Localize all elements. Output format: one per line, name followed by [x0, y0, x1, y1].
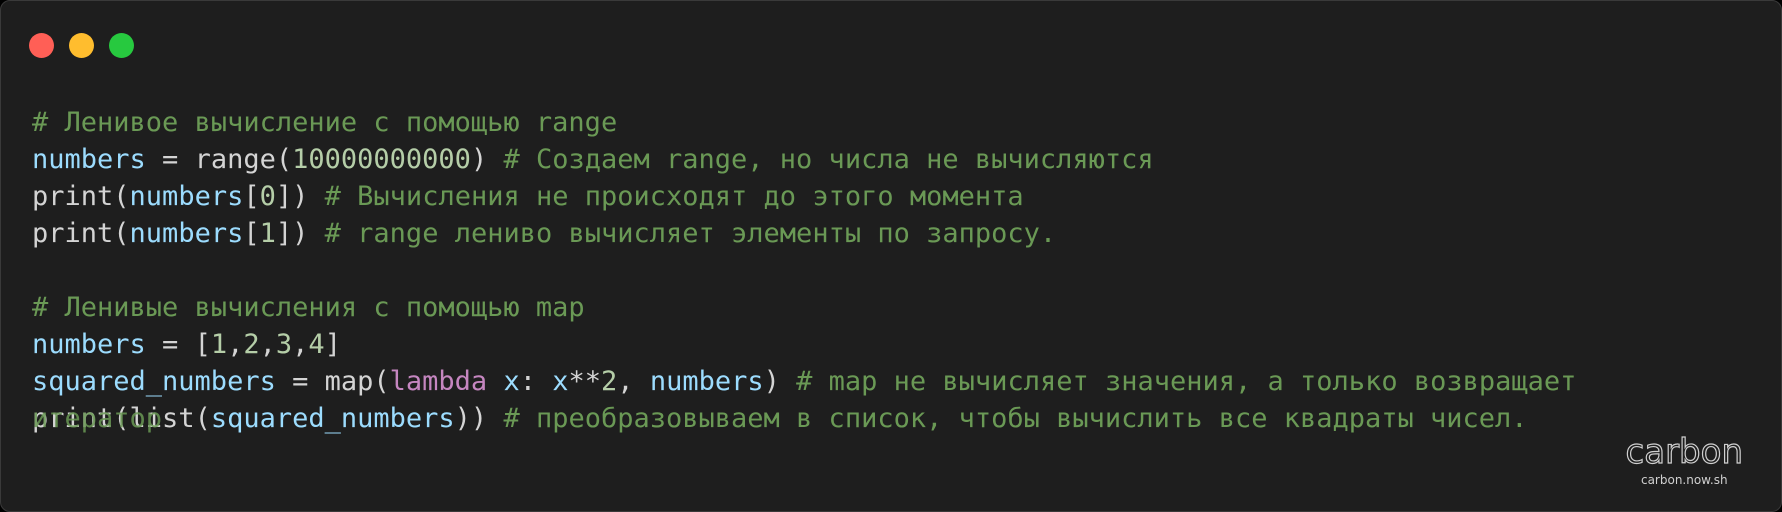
code-token: numbers: [649, 366, 764, 397]
code-token: numbers: [32, 144, 146, 175]
code-line: numbers = [1,2,3,4]: [32, 326, 1576, 363]
code-token: 4: [308, 329, 325, 360]
code-token: ,: [292, 329, 309, 360]
code-line: print(numbers[0]) # Вычисления не происх…: [32, 178, 1576, 215]
code-token: # map не вычисляет значения, а только во…: [796, 366, 1577, 397]
code-line: # Ленивое вычисление с помощью range: [32, 104, 1576, 141]
code-token: # преобразовываем в список, чтобы вычисл…: [503, 403, 1528, 434]
code-token: # Ленивое вычисление с помощью range: [32, 107, 618, 138]
code-token: lambda: [389, 366, 488, 397]
maximize-dot-icon[interactable]: [109, 33, 134, 58]
code-token: **: [568, 366, 602, 397]
code-token: map(: [324, 366, 390, 397]
code-line: squared_numbers = map(lambda x: x**2, nu…: [32, 363, 1576, 400]
code-token: :: [519, 366, 553, 397]
code-token: ): [470, 144, 504, 175]
code-line: numbers = range(10000000000) # Создаем r…: [32, 141, 1576, 178]
code-token: x: [552, 366, 569, 397]
code-token: numbers: [129, 218, 244, 249]
code-token: = [: [145, 329, 211, 360]
code-token: 1: [210, 329, 228, 360]
code-token: ]: [324, 329, 341, 360]
code-token: print(: [32, 181, 130, 212]
code-token: squared_numbers: [32, 366, 276, 397]
code-token: =: [145, 144, 195, 175]
code-token: 10000000000: [292, 144, 471, 175]
carbon-watermark: carbon carbon.now.sh: [1625, 432, 1744, 487]
code-token: print(: [32, 218, 130, 249]
code-token: 3: [275, 329, 293, 360]
minimize-dot-icon[interactable]: [69, 33, 94, 58]
code-block: # Ленивое вычисление с помощью range numb…: [32, 104, 1576, 437]
close-dot-icon[interactable]: [29, 33, 54, 58]
code-token: ,: [259, 329, 276, 360]
carbon-logo: carbon: [1625, 432, 1744, 472]
carbon-url: carbon.now.sh: [1640, 473, 1728, 487]
code-token: # Ленивые вычисления с помощью map: [32, 292, 585, 323]
code-window: # Ленивое вычисление с помощью range numb…: [0, 0, 1782, 512]
code-token: numbers: [129, 181, 244, 212]
code-line: # Ленивые вычисления с помощью map: [32, 289, 1576, 326]
code-token: [: [243, 218, 260, 249]
code-token: ,: [617, 366, 650, 397]
code-token: [: [243, 181, 260, 212]
code-token: ]): [275, 218, 325, 249]
code-line: print(numbers[1]) # range лениво вычисля…: [32, 215, 1576, 252]
code-token: range(: [194, 144, 293, 175]
code-token: =: [275, 366, 325, 397]
code-token: 0: [259, 181, 276, 212]
code-token: 2: [601, 366, 618, 397]
code-token: 2: [243, 329, 260, 360]
wrapped-comment-overlap: итератор: [32, 403, 163, 434]
code-token: ]): [275, 181, 325, 212]
code-token: # Создаем range, но числа не вычисляются: [503, 144, 1154, 175]
code-token: 1: [259, 218, 276, 249]
code-token: # Вычисления не происходят до этого моме…: [324, 181, 1024, 212]
code-token: x: [503, 366, 520, 397]
code-token: )): [454, 403, 504, 434]
code-line: print(list(squared_numbers)) # преобразо…: [32, 400, 1576, 437]
code-token: # range лениво вычисляет элементы по зап…: [324, 218, 1057, 249]
window-controls: [29, 33, 134, 58]
code-token: numbers: [32, 329, 146, 360]
code-token: squared_numbers: [210, 403, 455, 434]
code-token: ): [763, 366, 797, 397]
code-token: ,: [227, 329, 244, 360]
